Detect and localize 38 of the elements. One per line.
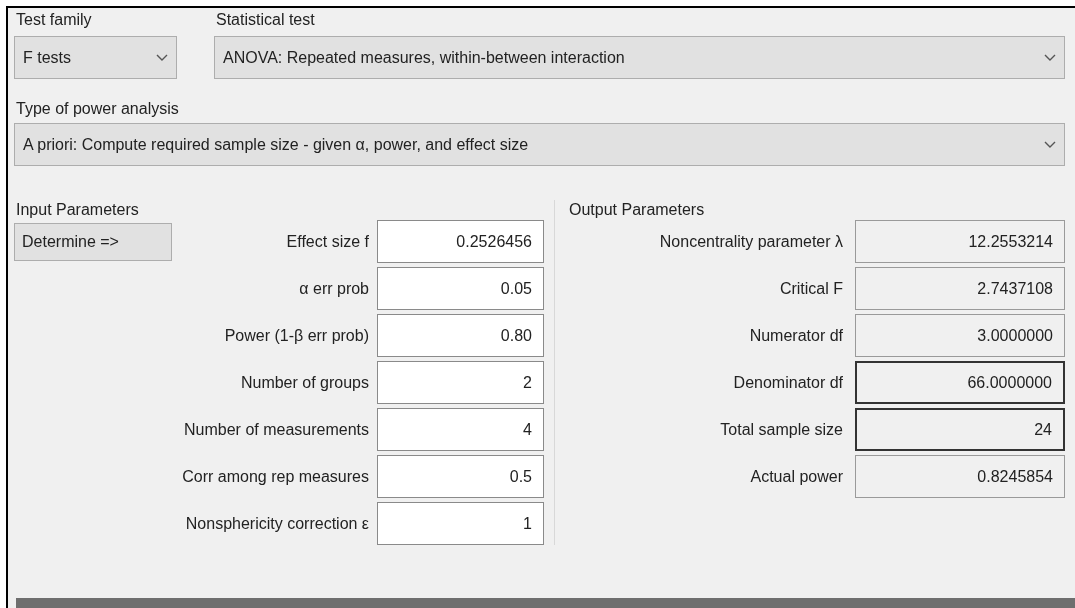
input-field[interactable]: 1 bbox=[377, 502, 544, 545]
dropdown[interactable]: ANOVA: Repeated measures, within-between interaction bbox=[214, 36, 1065, 79]
dropdown[interactable]: F tests bbox=[14, 36, 177, 79]
output-field: 24 bbox=[855, 408, 1065, 451]
field-label: Nonsphericity correction ε bbox=[184, 513, 370, 534]
field-label: Effect size f bbox=[285, 231, 370, 252]
chevron-down-icon bbox=[1044, 53, 1056, 62]
chevron-down-icon bbox=[1044, 140, 1056, 149]
group-label: Type of power analysis bbox=[15, 99, 180, 119]
output-field: 66.0000000 bbox=[855, 361, 1065, 404]
field-label: Numerator df bbox=[748, 325, 844, 346]
input-field[interactable]: 0.2526456 bbox=[377, 220, 544, 263]
field-label: Power (1-β err prob) bbox=[223, 325, 370, 346]
determine-button[interactable]: Determine => bbox=[14, 222, 172, 261]
input-field[interactable]: 0.5 bbox=[377, 455, 544, 498]
field-label: Critical F bbox=[778, 278, 844, 299]
chevron-down-icon bbox=[156, 53, 168, 62]
dropdown[interactable]: A priori: Compute required sample size - given α, power, and effect size bbox=[14, 123, 1065, 166]
input-field[interactable]: 2 bbox=[377, 361, 544, 404]
output-field: 3.0000000 bbox=[855, 314, 1065, 357]
field-label: Number of measurements bbox=[183, 419, 370, 440]
field-label: Denominator df bbox=[732, 372, 844, 393]
output-field: 0.8245854 bbox=[855, 455, 1065, 498]
field-label: α err prob bbox=[298, 278, 370, 299]
input-field[interactable]: 0.80 bbox=[377, 314, 544, 357]
field-label: Total sample size bbox=[719, 419, 844, 440]
input-field[interactable]: 0.05 bbox=[377, 267, 544, 310]
field-label: Actual power bbox=[749, 466, 844, 487]
input-field[interactable]: 4 bbox=[377, 408, 544, 451]
group-label: Test family bbox=[15, 10, 93, 30]
group-label: Input Parameters bbox=[15, 200, 140, 220]
field-label: Corr among rep measures bbox=[181, 466, 370, 487]
group-label: Output Parameters bbox=[568, 200, 706, 220]
output-field: 12.2553214 bbox=[855, 220, 1065, 263]
group-label: Statistical test bbox=[215, 10, 316, 30]
field-label: Number of groups bbox=[239, 372, 370, 393]
field-label: Noncentrality parameter λ bbox=[658, 231, 844, 252]
output-field: 2.7437108 bbox=[855, 267, 1065, 310]
